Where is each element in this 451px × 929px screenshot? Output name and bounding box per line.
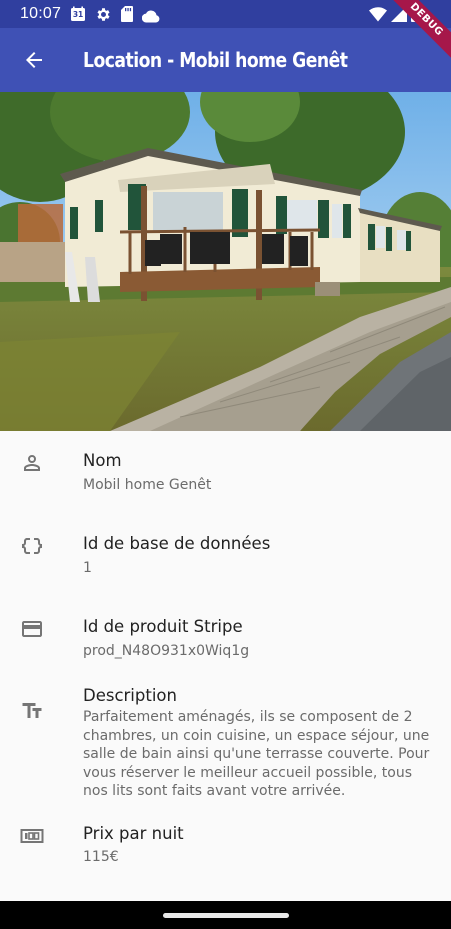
item-label: Description: [83, 686, 177, 705]
item-label: Prix par nuit: [83, 824, 184, 843]
home-gesture-handle[interactable]: [163, 913, 289, 918]
wifi-icon: [369, 6, 387, 22]
item-value: prod_N48O931x0Wiq1g: [83, 643, 250, 659]
calendar-icon: 31: [70, 6, 86, 22]
system-navigation-bar: [0, 901, 451, 929]
item-label: Id de base de données: [83, 534, 271, 553]
data-object-icon: [20, 534, 44, 558]
sd-card-icon: [121, 6, 134, 22]
credit-card-icon: [20, 617, 44, 641]
page-title: Location - Mobil home Genêt: [83, 48, 348, 72]
list-item-nom: Nom Mobil home Genêt: [0, 431, 451, 514]
list-item-database-id: Id de base de données 1: [0, 514, 451, 597]
gear-icon: [95, 6, 112, 23]
item-value: Mobil home Genêt: [83, 477, 212, 493]
list-item-stripe-id: Id de produit Stripe prod_N48O931x0Wiq1g: [0, 597, 451, 680]
price-icon: [20, 824, 44, 848]
text-fields-icon: [20, 699, 44, 723]
item-label: Id de produit Stripe: [83, 617, 243, 636]
status-bar: 10:07 31: [0, 0, 451, 28]
person-icon: [20, 451, 44, 475]
item-value: Parfaitement aménagés, ils se composent …: [83, 709, 430, 799]
status-system-icons: [369, 5, 421, 22]
status-time: 10:07: [20, 5, 62, 22]
cloud-icon: [141, 8, 160, 23]
list-item-description: Description Parfaitement aménagés, ils s…: [0, 680, 451, 820]
list-item-price: Prix par nuit 115€: [0, 811, 451, 894]
calendar-day: 31: [72, 10, 84, 19]
cell-signal-icon: [391, 5, 407, 22]
arrow-back-icon: [22, 48, 46, 72]
status-notification-icons: 31: [70, 6, 160, 23]
item-value: 115€: [83, 849, 119, 865]
item-value: 1: [83, 560, 92, 576]
back-button[interactable]: [18, 44, 50, 76]
battery-icon: [411, 5, 421, 22]
app-bar: Location - Mobil home Genêt: [0, 28, 451, 92]
item-label: Nom: [83, 451, 122, 470]
mobile-home-photo: [0, 92, 451, 431]
